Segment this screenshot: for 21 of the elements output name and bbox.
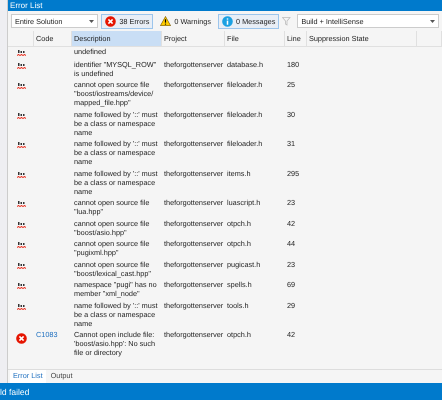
dropdown-arrow-icon	[89, 20, 94, 22]
warning-icon	[160, 16, 172, 26]
squiggle-icon	[16, 83, 26, 90]
squiggle-icon	[16, 201, 26, 208]
dropdown-arrow-icon	[430, 20, 435, 22]
squiggle-icon	[16, 62, 26, 70]
window-title: Error List	[10, 1, 42, 10]
filter-clear-icon	[282, 16, 292, 26]
squiggle-icon	[16, 50, 26, 57]
error-icon	[16, 333, 26, 344]
info-icon	[222, 16, 233, 26]
squiggle-icon	[16, 222, 26, 228]
squiggle-icon	[16, 304, 26, 310]
squiggle-icon	[16, 242, 26, 249]
squiggle-icon	[16, 142, 26, 149]
squiggle-icon	[16, 112, 26, 120]
squiggle-icon	[16, 172, 26, 178]
squiggle-icon	[16, 283, 26, 290]
status-text: ld failed	[0, 386, 30, 396]
error-icon	[105, 16, 116, 26]
squiggle-icon	[16, 262, 26, 270]
